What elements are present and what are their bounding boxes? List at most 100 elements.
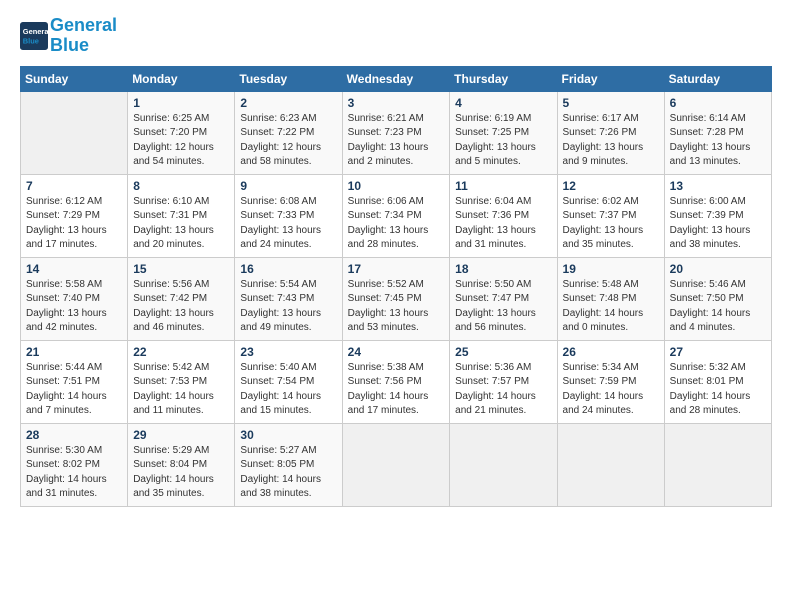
calendar-cell: 29 Sunrise: 5:29 AMSunset: 8:04 PMDayligh… (128, 423, 235, 506)
calendar-cell (21, 91, 128, 174)
day-info: Sunrise: 5:29 AMSunset: 8:04 PMDaylight:… (133, 444, 229, 502)
calendar-cell: 24 Sunrise: 5:38 AMSunset: 7:56 PMDayligh… (342, 340, 450, 423)
day-info: Sunrise: 6:23 AMSunset: 7:22 PMDaylight:… (240, 112, 336, 170)
calendar-cell: 26 Sunrise: 5:34 AMSunset: 7:59 PMDayligh… (557, 340, 664, 423)
day-info: Sunrise: 5:52 AMSunset: 7:45 PMDaylight:… (348, 278, 445, 336)
calendar-page: General Blue General Blue SundayMondayTu… (0, 0, 792, 612)
calendar-cell: 16Sunrise: 5:54 AMSunset: 7:43 PMDayligh… (235, 257, 342, 340)
calendar-week-5: 28 Sunrise: 5:30 AMSunset: 8:02 PMDayligh… (21, 423, 772, 506)
day-number: 12 (563, 179, 659, 193)
day-info: Sunrise: 5:54 AMSunset: 7:43 PMDaylight:… (240, 278, 336, 336)
calendar-cell: 30Sunrise: 5:27 AMSunset: 8:05 PMDayligh… (235, 423, 342, 506)
day-info: Sunrise: 6:17 AMSunset: 7:26 PMDaylight:… (563, 112, 659, 170)
day-number: 5 (563, 96, 659, 110)
calendar-cell: 28 Sunrise: 5:30 AMSunset: 8:02 PMDayligh… (21, 423, 128, 506)
day-info: Sunrise: 5:40 AMSunset: 7:54 PMDaylight:… (240, 361, 336, 419)
day-info: Sunrise: 5:34 AMSunset: 7:59 PMDaylight:… (563, 361, 659, 419)
day-number: 1 (133, 96, 229, 110)
calendar-cell: 9 Sunrise: 6:08 AMSunset: 7:33 PMDaylight… (235, 174, 342, 257)
calendar-cell: 27 Sunrise: 5:32 AMSunset: 8:01 PMDayligh… (664, 340, 771, 423)
day-header-sunday: Sunday (21, 66, 128, 91)
day-info: Sunrise: 6:00 AMSunset: 7:39 PMDaylight:… (670, 195, 766, 253)
day-number: 9 (240, 179, 336, 193)
day-number: 14 (26, 262, 122, 276)
day-header-tuesday: Tuesday (235, 66, 342, 91)
day-info: Sunrise: 6:04 AMSunset: 7:36 PMDaylight:… (455, 195, 551, 253)
logo: General Blue General Blue (20, 16, 117, 56)
calendar-cell: 5 Sunrise: 6:17 AMSunset: 7:26 PMDaylight… (557, 91, 664, 174)
day-header-saturday: Saturday (664, 66, 771, 91)
day-number: 27 (670, 345, 766, 359)
calendar-cell: 1Sunrise: 6:25 AMSunset: 7:20 PMDaylight… (128, 91, 235, 174)
day-info: Sunrise: 6:08 AMSunset: 7:33 PMDaylight:… (240, 195, 336, 253)
day-info: Sunrise: 5:48 AMSunset: 7:48 PMDaylight:… (563, 278, 659, 336)
calendar-cell: 13Sunrise: 6:00 AMSunset: 7:39 PMDayligh… (664, 174, 771, 257)
calendar-cell: 4 Sunrise: 6:19 AMSunset: 7:25 PMDaylight… (450, 91, 557, 174)
calendar-cell: 25Sunrise: 5:36 AMSunset: 7:57 PMDayligh… (450, 340, 557, 423)
day-info: Sunrise: 6:21 AMSunset: 7:23 PMDaylight:… (348, 112, 445, 170)
day-info: Sunrise: 6:14 AMSunset: 7:28 PMDaylight:… (670, 112, 766, 170)
day-number: 8 (133, 179, 229, 193)
day-info: Sunrise: 5:30 AMSunset: 8:02 PMDaylight:… (26, 444, 122, 502)
day-info: Sunrise: 5:46 AMSunset: 7:50 PMDaylight:… (670, 278, 766, 336)
day-info: Sunrise: 5:42 AMSunset: 7:53 PMDaylight:… (133, 361, 229, 419)
day-header-thursday: Thursday (450, 66, 557, 91)
day-info: Sunrise: 6:19 AMSunset: 7:25 PMDaylight:… (455, 112, 551, 170)
day-number: 18 (455, 262, 551, 276)
calendar-cell (450, 423, 557, 506)
calendar-cell: 2 Sunrise: 6:23 AMSunset: 7:22 PMDaylight… (235, 91, 342, 174)
day-info: Sunrise: 6:12 AMSunset: 7:29 PMDaylight:… (26, 195, 122, 253)
day-number: 30 (240, 428, 336, 442)
calendar-cell: 15Sunrise: 5:56 AMSunset: 7:42 PMDayligh… (128, 257, 235, 340)
day-info: Sunrise: 5:36 AMSunset: 7:57 PMDaylight:… (455, 361, 551, 419)
day-info: Sunrise: 5:38 AMSunset: 7:56 PMDaylight:… (348, 361, 445, 419)
day-info: Sunrise: 6:10 AMSunset: 7:31 PMDaylight:… (133, 195, 229, 253)
calendar-cell: 3Sunrise: 6:21 AMSunset: 7:23 PMDaylight… (342, 91, 450, 174)
calendar-cell: 12 Sunrise: 6:02 AMSunset: 7:37 PMDayligh… (557, 174, 664, 257)
day-info: Sunrise: 6:02 AMSunset: 7:37 PMDaylight:… (563, 195, 659, 253)
day-number: 29 (133, 428, 229, 442)
day-number: 2 (240, 96, 336, 110)
calendar-table: SundayMondayTuesdayWednesdayThursdayFrid… (20, 66, 772, 507)
day-number: 20 (670, 262, 766, 276)
calendar-cell: 18Sunrise: 5:50 AMSunset: 7:47 PMDayligh… (450, 257, 557, 340)
day-number: 23 (240, 345, 336, 359)
day-info: Sunrise: 5:58 AMSunset: 7:40 PMDaylight:… (26, 278, 122, 336)
calendar-week-2: 7 Sunrise: 6:12 AMSunset: 7:29 PMDaylight… (21, 174, 772, 257)
day-info: Sunrise: 5:56 AMSunset: 7:42 PMDaylight:… (133, 278, 229, 336)
calendar-cell: 20 Sunrise: 5:46 AMSunset: 7:50 PMDayligh… (664, 257, 771, 340)
calendar-header-row: SundayMondayTuesdayWednesdayThursdayFrid… (21, 66, 772, 91)
day-number: 21 (26, 345, 122, 359)
day-number: 24 (348, 345, 445, 359)
svg-text:Blue: Blue (23, 36, 39, 45)
day-number: 4 (455, 96, 551, 110)
day-info: Sunrise: 5:32 AMSunset: 8:01 PMDaylight:… (670, 361, 766, 419)
calendar-cell: 8 Sunrise: 6:10 AMSunset: 7:31 PMDaylight… (128, 174, 235, 257)
calendar-cell: 10 Sunrise: 6:06 AMSunset: 7:34 PMDayligh… (342, 174, 450, 257)
day-number: 7 (26, 179, 122, 193)
day-header-friday: Friday (557, 66, 664, 91)
day-header-monday: Monday (128, 66, 235, 91)
calendar-week-4: 21 Sunrise: 5:44 AMSunset: 7:51 PMDayligh… (21, 340, 772, 423)
calendar-cell: 22 Sunrise: 5:42 AMSunset: 7:53 PMDayligh… (128, 340, 235, 423)
day-number: 22 (133, 345, 229, 359)
svg-text:General: General (23, 27, 48, 36)
calendar-cell: 11Sunrise: 6:04 AMSunset: 7:36 PMDayligh… (450, 174, 557, 257)
day-number: 19 (563, 262, 659, 276)
calendar-cell: 17 Sunrise: 5:52 AMSunset: 7:45 PMDayligh… (342, 257, 450, 340)
calendar-cell: 21 Sunrise: 5:44 AMSunset: 7:51 PMDayligh… (21, 340, 128, 423)
calendar-cell (557, 423, 664, 506)
day-number: 26 (563, 345, 659, 359)
day-number: 6 (670, 96, 766, 110)
day-info: Sunrise: 5:44 AMSunset: 7:51 PMDaylight:… (26, 361, 122, 419)
calendar-cell: 6 Sunrise: 6:14 AMSunset: 7:28 PMDaylight… (664, 91, 771, 174)
logo-icon: General Blue (20, 22, 48, 50)
day-number: 17 (348, 262, 445, 276)
calendar-week-3: 14 Sunrise: 5:58 AMSunset: 7:40 PMDayligh… (21, 257, 772, 340)
calendar-week-1: 1Sunrise: 6:25 AMSunset: 7:20 PMDaylight… (21, 91, 772, 174)
calendar-cell (342, 423, 450, 506)
calendar-cell: 23 Sunrise: 5:40 AMSunset: 7:54 PMDayligh… (235, 340, 342, 423)
day-info: Sunrise: 6:06 AMSunset: 7:34 PMDaylight:… (348, 195, 445, 253)
day-number: 28 (26, 428, 122, 442)
day-number: 10 (348, 179, 445, 193)
